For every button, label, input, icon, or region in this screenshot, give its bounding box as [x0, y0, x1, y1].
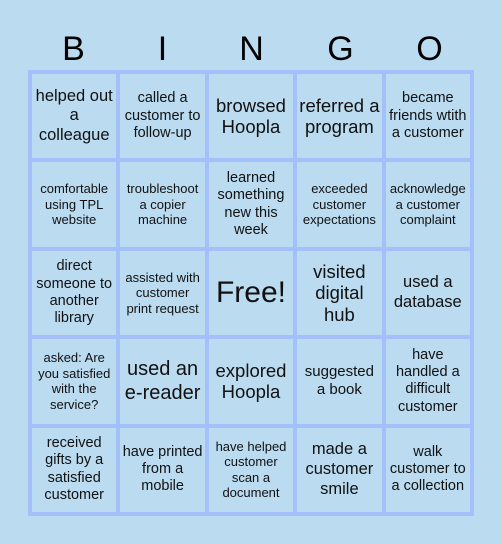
- bingo-cell[interactable]: walk customer to a collection: [385, 427, 470, 512]
- bingo-cell[interactable]: troubleshoot a copier machine: [120, 162, 205, 247]
- bingo-cell[interactable]: have printed from a mobile: [120, 427, 205, 512]
- bingo-cell[interactable]: direct someone to another library: [32, 250, 117, 336]
- header-letter-n: N: [239, 30, 264, 68]
- bingo-free-cell[interactable]: Free!: [208, 250, 294, 336]
- bingo-cell[interactable]: have helped customer scan a document: [208, 427, 294, 512]
- bingo-cell[interactable]: used a database: [385, 250, 470, 336]
- header-letter-b: B: [62, 30, 85, 68]
- header-letter-o: O: [416, 30, 443, 68]
- bingo-cell[interactable]: have handled a difficult customer: [385, 339, 470, 424]
- bingo-cell[interactable]: browsed Hoopla: [208, 74, 294, 159]
- bingo-cell[interactable]: helped out a colleague: [32, 74, 117, 159]
- header-letter-i: I: [157, 30, 168, 68]
- bingo-cell[interactable]: referred a program: [297, 74, 382, 159]
- bingo-cell[interactable]: visited digital hub: [297, 250, 382, 336]
- bingo-cell[interactable]: asked: Are you satisfied with the servic…: [32, 339, 117, 424]
- bingo-cell[interactable]: became friends wtith a customer: [385, 74, 470, 159]
- bingo-cell[interactable]: used an e-reader: [120, 339, 205, 424]
- bingo-cell[interactable]: exceeded customer expectations: [297, 162, 382, 247]
- bingo-cell[interactable]: made a customer smile: [297, 427, 382, 512]
- bingo-grid: helped out a colleague called a customer…: [28, 70, 474, 516]
- bingo-cell[interactable]: called a customer to follow-up: [120, 74, 205, 159]
- bingo-header: B I N G O: [29, 30, 474, 68]
- bingo-cell[interactable]: comfortable using TPL website: [32, 162, 117, 247]
- header-letter-g: G: [327, 30, 354, 68]
- bingo-cell[interactable]: received gifts by a satisfied customer: [32, 427, 117, 512]
- bingo-cell[interactable]: assisted with customer print request: [120, 250, 205, 336]
- bingo-cell[interactable]: learned something new this week: [208, 162, 294, 247]
- bingo-cell[interactable]: explored Hoopla: [208, 339, 294, 424]
- bingo-cell[interactable]: acknowledge a customer complaint: [385, 162, 470, 247]
- bingo-cell[interactable]: suggested a book: [297, 339, 382, 424]
